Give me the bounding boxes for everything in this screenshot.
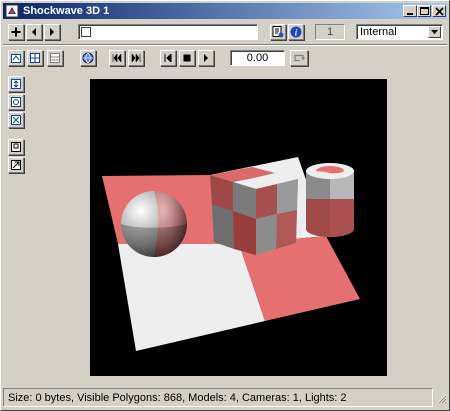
dropdown-arrow-button[interactable] [428, 26, 441, 38]
stop-icon [183, 54, 191, 62]
shockwave-3d-window: Shockwave 3D 1 i 1 Internal 0.00 Size: 0… [0, 0, 450, 411]
reset-world-icon [11, 160, 21, 170]
dolly-camera-icon [11, 79, 21, 89]
camera-reset-button[interactable] [8, 50, 24, 66]
dolly-icon [30, 53, 40, 63]
title-bar[interactable]: Shockwave 3D 1 [3, 3, 447, 19]
next-frame-button[interactable] [128, 50, 144, 66]
3d-scene [102, 157, 360, 351]
checker-cube [210, 167, 298, 255]
cast-name-field[interactable] [78, 24, 258, 40]
camera-view-button[interactable] [8, 139, 24, 155]
script-icon [272, 26, 284, 38]
add-button[interactable] [8, 24, 24, 40]
3d-viewport[interactable] [90, 79, 387, 376]
renderer-selected-value: Internal [360, 26, 397, 38]
maximize-icon [420, 7, 429, 15]
back-arrow-icon [32, 28, 36, 36]
set-camera-button[interactable] [47, 50, 63, 66]
plus-icon [11, 27, 21, 37]
floor-tile [118, 244, 265, 351]
loop-button[interactable] [290, 50, 308, 66]
app-icon [5, 4, 19, 18]
globe-button[interactable] [80, 50, 96, 66]
camera-reset-icon [11, 54, 21, 63]
grid-icon [50, 53, 60, 63]
time-field[interactable]: 0.00 [230, 50, 285, 66]
play-icon [204, 54, 208, 62]
rotate-camera-button[interactable] [8, 94, 24, 110]
step-back-icon [112, 54, 122, 62]
forward-arrow-icon [50, 28, 54, 36]
minimize-icon [407, 13, 413, 15]
cast-number: 1 [315, 24, 345, 40]
stop-button[interactable] [179, 50, 195, 66]
rewind-button[interactable] [160, 50, 176, 66]
step-forward-icon [131, 54, 141, 62]
play-button[interactable] [198, 50, 214, 66]
checker-sphere [121, 191, 187, 257]
dolly-button[interactable] [27, 50, 43, 66]
camera-view-icon [11, 142, 21, 152]
window-title: Shockwave 3D 1 [23, 5, 110, 17]
info-icon: i [290, 26, 302, 38]
status-text: Size: 0 bytes, Visible Polygons: 868, Mo… [8, 392, 347, 404]
resize-grip-icon[interactable] [435, 392, 447, 404]
reset-world-button[interactable] [8, 157, 24, 173]
status-bar: Size: 0 bytes, Visible Polygons: 868, Mo… [3, 388, 433, 407]
renderer-select[interactable]: Internal [356, 24, 443, 40]
info-button[interactable]: i [288, 24, 304, 40]
script-button[interactable] [270, 24, 286, 40]
pan-icon [11, 115, 21, 125]
previous-frame-button[interactable] [109, 50, 125, 66]
toolbar-separator [3, 44, 447, 46]
checker-cylinder [306, 163, 354, 237]
close-button[interactable] [432, 5, 446, 17]
loop-icon [294, 54, 305, 62]
chevron-down-icon [431, 30, 438, 34]
pan-camera-button[interactable] [8, 112, 24, 128]
rotate-icon [11, 97, 21, 107]
maximize-button[interactable] [417, 5, 431, 17]
minimize-button[interactable] [403, 5, 417, 17]
close-icon [435, 7, 444, 16]
dolly-camera-button[interactable] [8, 76, 24, 92]
previous-cast-button[interactable] [26, 24, 42, 40]
next-cast-button[interactable] [44, 24, 60, 40]
rewind-icon [164, 54, 172, 62]
cast-thumbnail-icon [81, 27, 91, 37]
globe-icon [82, 52, 94, 64]
